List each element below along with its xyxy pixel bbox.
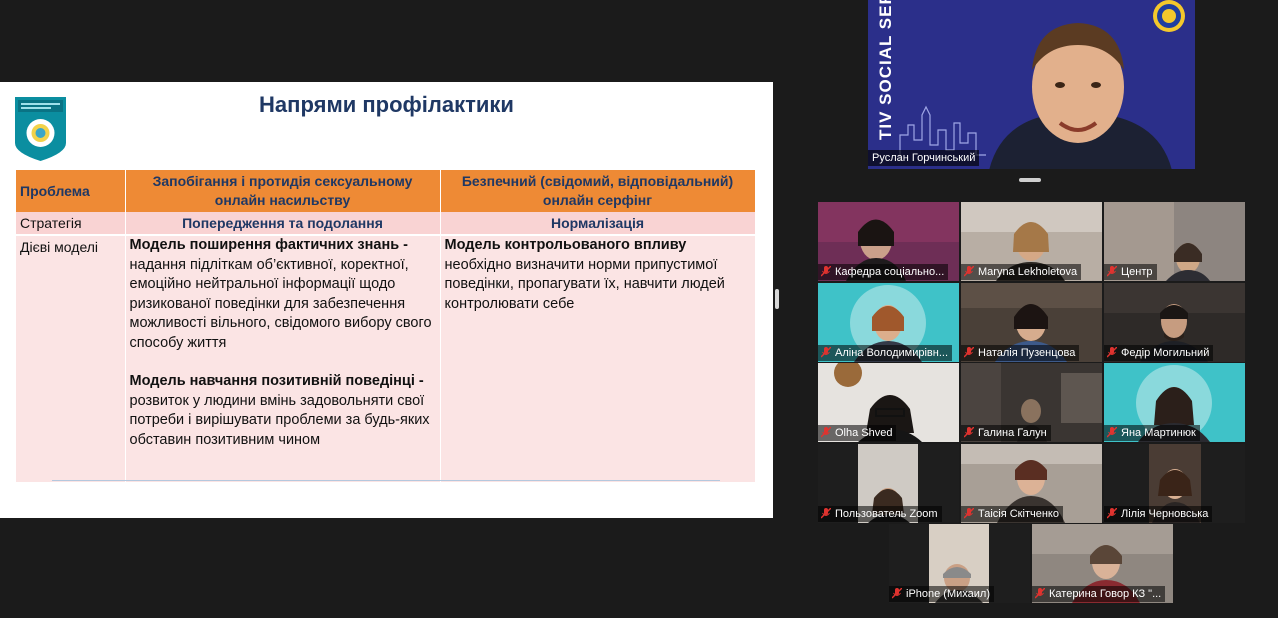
participant-tile[interactable]: Аліна Володимирівн...	[818, 283, 959, 362]
participant-name: Аліна Володимирівн...	[835, 347, 948, 359]
mic-muted-icon	[1107, 347, 1117, 358]
participant-tile[interactable]: Центр	[1104, 202, 1245, 281]
table-header-problem: Проблема	[16, 170, 126, 212]
table-header-row: Проблема Запобігання і протидія сексуаль…	[16, 170, 756, 212]
participant-name: Центр	[1121, 266, 1153, 278]
models-label: Дієві моделі	[16, 235, 126, 482]
active-speaker-video[interactable]: TIV SOCIAL SERVICE Руслан Горчинський	[868, 0, 1195, 169]
participant-name: Наталія Пузенцова	[978, 347, 1076, 359]
model1-title: Модель поширення фактичних знань -	[129, 237, 408, 253]
table-header-col2: Запобігання і протидія сексуальному онла…	[125, 170, 441, 212]
mic-muted-icon	[821, 427, 831, 438]
models-col2: Модель поширення фактичних знань - надан…	[125, 235, 441, 482]
participant-name: iPhone (Михаил)	[906, 588, 990, 600]
participant-name: Федір Могильний	[1121, 347, 1210, 359]
speaker-banner: TIV SOCIAL SERVICE	[876, 0, 898, 150]
speaker-name: Руслан Горчинський	[868, 150, 980, 166]
model2-text: розвиток у людини вмінь задовольняти сво…	[129, 392, 430, 448]
participant-name: Maryna Lekholetova	[978, 266, 1078, 278]
participant-name: Лілія Черновська	[1121, 508, 1209, 520]
participant-tile[interactable]: Пользователь Zoom	[818, 444, 959, 523]
participant-tile[interactable]: Кафедра соціально...	[818, 202, 959, 281]
mic-muted-icon	[964, 266, 974, 277]
mic-muted-icon	[964, 427, 974, 438]
participant-name: Катерина Говор КЗ "...	[1049, 588, 1162, 600]
table-row-strategy: Стратегія Попередження та подолання Норм…	[16, 212, 756, 236]
participant-tile[interactable]: Галина Галун	[961, 363, 1102, 442]
split-drag-handle[interactable]	[775, 289, 779, 309]
participant-name: Яна Мартинюк	[1121, 427, 1196, 439]
participant-name: Кафедра соціально...	[835, 266, 945, 278]
strategy-col2: Попередження та подолання	[125, 212, 441, 236]
participant-tile[interactable]: Катерина Говор КЗ "...	[1032, 524, 1173, 603]
participant-tile[interactable]: Olha Shved	[818, 363, 959, 442]
mic-muted-icon	[892, 588, 902, 599]
mic-muted-icon	[964, 508, 974, 519]
prevention-table: Проблема Запобігання і протидія сексуаль…	[16, 170, 756, 482]
participant-name: Таісія Скітченко	[978, 508, 1059, 520]
mic-muted-icon	[1107, 427, 1117, 438]
models-col3: Модель контрольованого впливу необхідно …	[440, 235, 756, 482]
participant-tile[interactable]: iPhone (Михаил)	[889, 524, 1030, 603]
table-header-col3: Безпечний (свідомий, відповідальний) онл…	[440, 170, 756, 212]
participant-tile[interactable]: Лілія Черновська	[1104, 444, 1245, 523]
speaker-person	[989, 23, 1172, 169]
participant-tile[interactable]: Таісія Скітченко	[961, 444, 1102, 523]
strategy-col3: Нормалізація	[440, 212, 756, 236]
mic-muted-icon	[821, 508, 831, 519]
model1-text: надання підліткам об’єктивної, коректної…	[129, 256, 432, 351]
model3-title: Модель контрольованого впливу	[444, 237, 687, 253]
participant-tile[interactable]: Яна Мартинюк	[1104, 363, 1245, 442]
model2-title: Модель навчання позитивній поведінці -	[129, 373, 424, 389]
strategy-label: Стратегія	[16, 212, 126, 236]
mic-muted-icon	[964, 347, 974, 358]
mic-muted-icon	[821, 347, 831, 358]
participant-tile[interactable]: Наталія Пузенцова	[961, 283, 1102, 362]
participant-name: Olha Shved	[835, 427, 893, 439]
mic-muted-icon	[821, 266, 831, 277]
participant-name: Пользователь Zoom	[835, 508, 938, 520]
participant-name: Галина Галун	[978, 427, 1047, 439]
mic-muted-icon	[1107, 266, 1117, 277]
mic-muted-icon	[1107, 508, 1117, 519]
mic-muted-icon	[1035, 588, 1045, 599]
slide-footer-line	[52, 480, 720, 481]
model3-text: необхідно визначити норми припустимої по…	[444, 256, 725, 312]
shared-screen-slide: Напрями профілактики Проблема Запобіганн…	[0, 82, 773, 518]
participant-tile[interactable]: Федір Могильний	[1104, 283, 1245, 362]
participant-tile[interactable]: Maryna Lekholetova	[961, 202, 1102, 281]
table-row-models: Дієві моделі Модель поширення фактичних …	[16, 235, 756, 482]
speaker-banner-text: TIV SOCIAL SERVICE	[876, 0, 895, 140]
speaker-resize-bar[interactable]	[1019, 178, 1041, 182]
slide-title: Напрями профілактики	[259, 92, 514, 117]
